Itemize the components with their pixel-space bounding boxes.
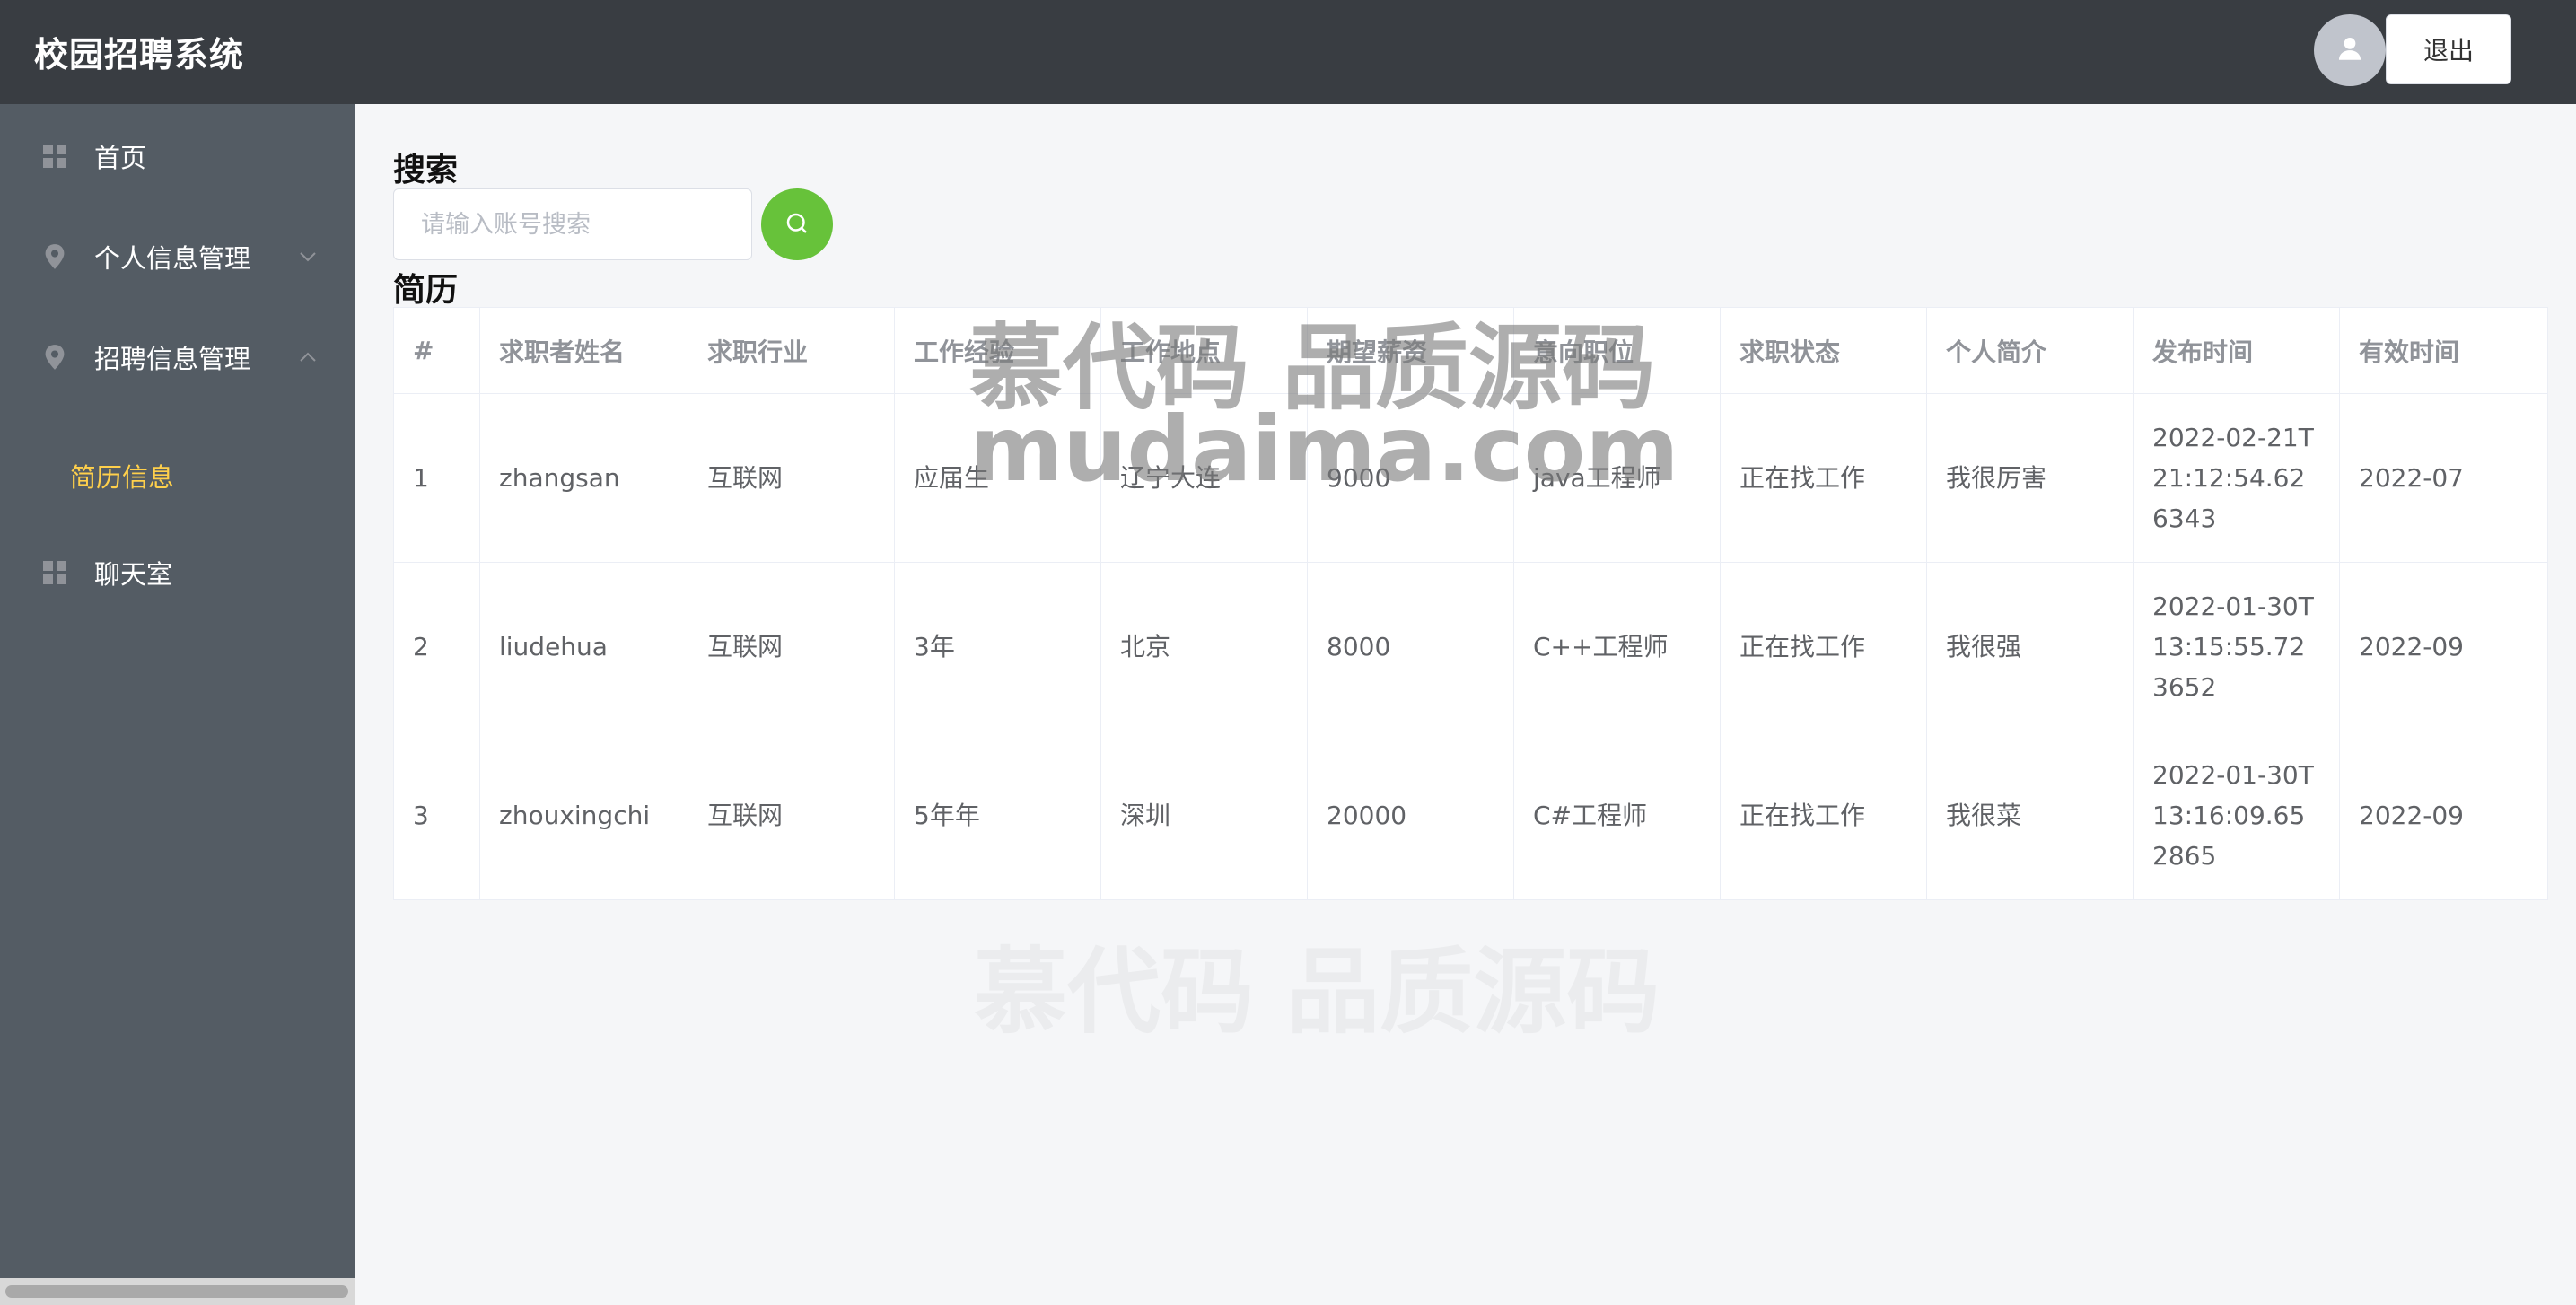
table-cell: 9000 xyxy=(1307,393,1514,563)
column-header: 求职者姓名 xyxy=(479,307,688,394)
watermark-text-faint: 慕代码 品质源码 xyxy=(974,937,1660,1047)
table-cell: 正在找工作 xyxy=(1720,562,1927,731)
table-cell: 我很强 xyxy=(1926,562,2134,731)
table-cell: 互联网 xyxy=(688,731,895,900)
table-row: 1 zhangsan 互联网 应届生 辽宁大连 9000 java工程师 正在找… xyxy=(393,393,2548,563)
table-cell: 20000 xyxy=(1307,731,1514,900)
sidebar-item-label: 首页 xyxy=(94,143,147,173)
search-input[interactable] xyxy=(393,188,752,260)
resume-title: 简历 xyxy=(393,272,459,309)
table-cell: 2022-09 xyxy=(2339,731,2548,900)
table-cell: 应届生 xyxy=(894,393,1101,563)
table-cell: C#工程师 xyxy=(1513,731,1721,900)
top-bar: 校园招聘系统 退出 xyxy=(0,0,2576,104)
table-cell: zhangsan xyxy=(479,393,688,563)
sidebar-item-chatroom[interactable]: 聊天室 xyxy=(0,528,355,617)
sidebar-item-label: 招聘信息管理 xyxy=(94,344,251,374)
sidebar-item-recruitment[interactable]: 招聘信息管理 xyxy=(0,312,355,402)
table-cell: 辽宁大连 xyxy=(1100,393,1308,563)
sidebar-item-label: 个人信息管理 xyxy=(94,243,251,274)
table-cell: 5年年 xyxy=(894,731,1101,900)
table-cell: 正在找工作 xyxy=(1720,731,1927,900)
table-cell: zhouxingchi xyxy=(479,731,688,900)
sidebar-subitem-label: 简历信息 xyxy=(70,462,175,493)
column-header: # xyxy=(393,307,480,394)
column-header: 发布时间 xyxy=(2133,307,2340,394)
sidebar-item-personal-info[interactable]: 个人信息管理 xyxy=(0,212,355,302)
app-title: 校园招聘系统 xyxy=(34,35,245,74)
column-header: 求职行业 xyxy=(688,307,895,394)
table-cell: 互联网 xyxy=(688,393,895,563)
column-header: 期望薪资 xyxy=(1307,307,1514,394)
column-header: 意向职位 xyxy=(1513,307,1721,394)
table-cell: 2022-02-21T21:12:54.626343 xyxy=(2133,393,2340,563)
table-cell: 2022-01-30T13:15:55.723652 xyxy=(2133,562,2340,731)
table-cell: 3 xyxy=(393,731,480,900)
table-cell: 8000 xyxy=(1307,562,1514,731)
column-header: 工作经验 xyxy=(894,307,1101,394)
table-cell: liudehua xyxy=(479,562,688,731)
sidebar: 首页 个人信息管理 招聘信息管理 简历信息 聊天室 xyxy=(0,104,355,1305)
table-cell: 2022-09 xyxy=(2339,562,2548,731)
sidebar-subitem-resume[interactable]: 简历信息 xyxy=(0,435,355,516)
table-cell: 我很厉害 xyxy=(1926,393,2134,563)
search-title: 搜索 xyxy=(393,152,459,188)
search-button[interactable] xyxy=(761,188,833,260)
table-cell: 2 xyxy=(393,562,480,731)
logout-button[interactable]: 退出 xyxy=(2386,14,2511,84)
table-cell: 正在找工作 xyxy=(1720,393,1927,563)
user-icon xyxy=(2335,33,2365,67)
column-header: 求职状态 xyxy=(1720,307,1927,394)
table-header-row: # 求职者姓名 求职行业 工作经验 工作地点 期望薪资 意向职位 求职状态 个人… xyxy=(393,307,2548,394)
search-icon xyxy=(784,210,810,240)
table-cell: 我很菜 xyxy=(1926,731,2134,900)
grid-icon xyxy=(41,143,68,170)
table-cell: 3年 xyxy=(894,562,1101,731)
chevron-down-icon xyxy=(298,247,318,267)
table-cell: 互联网 xyxy=(688,562,895,731)
column-header: 有效时间 xyxy=(2339,307,2548,394)
table-cell: 1 xyxy=(393,393,480,563)
column-header: 工作地点 xyxy=(1100,307,1308,394)
table-cell: 深圳 xyxy=(1100,731,1308,900)
chevron-up-icon xyxy=(298,347,318,367)
table-cell: 2022-01-30T13:16:09.652865 xyxy=(2133,731,2340,900)
table-row: 3 zhouxingchi 互联网 5年年 深圳 20000 C#工程师 正在找… xyxy=(393,731,2548,900)
table-row: 2 liudehua 互联网 3年 北京 8000 C++工程师 正在找工作 我… xyxy=(393,562,2548,731)
table-cell: java工程师 xyxy=(1513,393,1721,563)
sidebar-item-home[interactable]: 首页 xyxy=(0,111,355,201)
resume-table: # 求职者姓名 求职行业 工作经验 工作地点 期望薪资 意向职位 求职状态 个人… xyxy=(393,307,2548,900)
scrollbar-thumb[interactable] xyxy=(5,1285,348,1298)
grid-icon xyxy=(41,559,68,586)
table-cell: 北京 xyxy=(1100,562,1308,731)
location-icon xyxy=(41,243,68,270)
avatar[interactable] xyxy=(2314,14,2386,86)
table-cell: C++工程师 xyxy=(1513,562,1721,731)
sidebar-item-label: 聊天室 xyxy=(94,559,173,590)
table-cell: 2022-07 xyxy=(2339,393,2548,563)
location-icon xyxy=(41,344,68,371)
column-header: 个人简介 xyxy=(1926,307,2134,394)
